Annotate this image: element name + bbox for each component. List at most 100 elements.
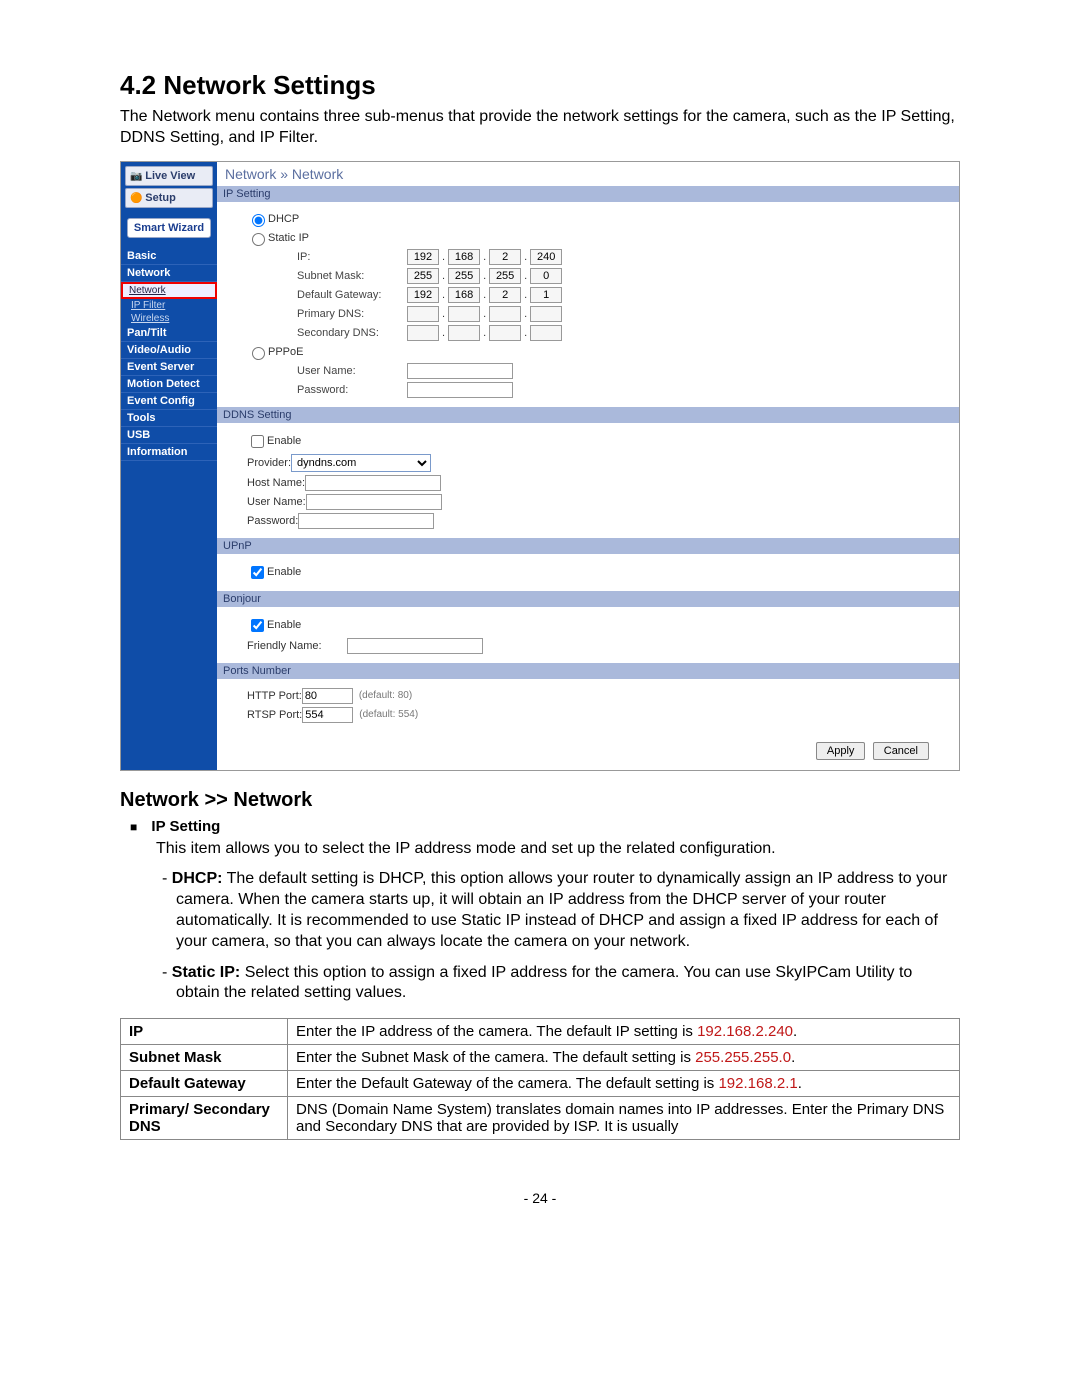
dhcp-text: The default setting is DHCP, this option… (176, 870, 947, 949)
table-row: Subnet Mask Enter the Subnet Mask of the… (121, 1045, 960, 1071)
ddns-host-label: Host Name: (247, 477, 305, 489)
sidebar-item-information[interactable]: Information (121, 444, 217, 461)
pppoe-radio[interactable] (252, 347, 265, 360)
sidebar: Live View Setup Smart Wizard Basic Netwo… (121, 162, 217, 770)
sm-oct-1[interactable] (407, 268, 439, 284)
ddns-host-input[interactable] (305, 475, 441, 491)
ip-oct-2[interactable] (448, 249, 480, 265)
ip-oct-4[interactable] (530, 249, 562, 265)
staticip-radio[interactable] (252, 233, 265, 246)
ddns-header: DDNS Setting (217, 407, 959, 423)
sidebar-item-tools[interactable]: Tools (121, 410, 217, 427)
dhcp-lead: DHCP: (172, 870, 223, 887)
cell-subnet-key: Subnet Mask (121, 1045, 288, 1071)
sdns-oct-1[interactable] (407, 325, 439, 341)
rtsp-port-input[interactable] (302, 707, 353, 723)
http-port-input[interactable] (302, 688, 353, 704)
bonjour-friendly-label: Friendly Name: (247, 640, 347, 652)
ddns-enable-checkbox[interactable] (251, 435, 264, 448)
sm-oct-3[interactable] (489, 268, 521, 284)
page-number: - 24 - (120, 1190, 960, 1206)
table-row: Primary/ Secondary DNS DNS (Domain Name … (121, 1097, 960, 1140)
screenshot-frame: Live View Setup Smart Wizard Basic Netwo… (120, 161, 960, 771)
sidebar-item-pantilt[interactable]: Pan/Tilt (121, 325, 217, 342)
ddns-enable-label: Enable (267, 435, 301, 447)
http-port-hint: (default: 80) (359, 690, 412, 701)
sdns-label: Secondary DNS: (297, 327, 407, 339)
gateway-label: Default Gateway: (297, 289, 407, 301)
static-ip-table: IP Enter the IP address of the camera. T… (120, 1018, 960, 1140)
pdns-oct-3[interactable] (489, 306, 521, 322)
upnp-header: UPnP (217, 538, 959, 554)
gw-oct-3[interactable] (489, 287, 521, 303)
sidebar-sub-wireless[interactable]: Wireless (121, 312, 217, 325)
live-view-button[interactable]: Live View (125, 166, 213, 186)
dhcp-label: DHCP (268, 213, 299, 225)
ip-oct-1[interactable] (407, 249, 439, 265)
http-port-label: HTTP Port: (247, 690, 302, 702)
cell-gateway-key: Default Gateway (121, 1071, 288, 1097)
sdns-oct-4[interactable] (530, 325, 562, 341)
dhcp-item: - DHCP: The default setting is DHCP, thi… (162, 869, 960, 952)
sidebar-item-eventconfig[interactable]: Event Config (121, 393, 217, 410)
sidebar-item-network[interactable]: Network (121, 265, 217, 282)
static-lead: Static IP: (172, 964, 240, 981)
ip-setting-bullet-label: IP Setting (151, 818, 220, 835)
pppoe-user-input[interactable] (407, 363, 513, 379)
table-row: Default Gateway Enter the Default Gatewa… (121, 1071, 960, 1097)
ip-setting-bullet: IP Setting (130, 818, 960, 835)
pdns-oct-1[interactable] (407, 306, 439, 322)
pdns-oct-4[interactable] (530, 306, 562, 322)
bonjour-header: Bonjour (217, 591, 959, 607)
pdns-oct-2[interactable] (448, 306, 480, 322)
sidebar-sub-ipfilter[interactable]: IP Filter (121, 299, 217, 312)
cell-ip-val: Enter the IP address of the camera. The … (288, 1019, 960, 1045)
sdns-oct-2[interactable] (448, 325, 480, 341)
gw-oct-1[interactable] (407, 287, 439, 303)
ip-setting-header: IP Setting (217, 186, 959, 202)
sidebar-item-basic[interactable]: Basic (121, 248, 217, 265)
cell-dns-key: Primary/ Secondary DNS (121, 1097, 288, 1140)
static-text: Select this option to assign a fixed IP … (176, 964, 912, 1002)
content-area: Network » Network IP Setting DHCP Static… (217, 162, 959, 770)
cancel-button[interactable]: Cancel (873, 742, 929, 760)
ip-oct-3[interactable] (489, 249, 521, 265)
ip-setting-desc: This item allows you to select the IP ad… (156, 839, 960, 860)
bonjour-friendly-input[interactable] (347, 638, 483, 654)
ddns-pass-input[interactable] (298, 513, 434, 529)
sm-oct-2[interactable] (448, 268, 480, 284)
sdns-oct-3[interactable] (489, 325, 521, 341)
upnp-enable-checkbox[interactable] (251, 566, 264, 579)
ip-label: IP: (297, 251, 407, 263)
bonjour-enable-checkbox[interactable] (251, 619, 264, 632)
sidebar-sub-network[interactable]: Network (121, 282, 217, 299)
ddns-provider-label: Provider: (247, 457, 291, 469)
sidebar-item-motiondetect[interactable]: Motion Detect (121, 376, 217, 393)
subsection-title: Network >> Network (120, 789, 960, 812)
sidebar-item-usb[interactable]: USB (121, 427, 217, 444)
rtsp-port-hint: (default: 554) (359, 709, 418, 720)
upnp-enable-label: Enable (267, 566, 301, 578)
sidebar-item-eventserver[interactable]: Event Server (121, 359, 217, 376)
ddns-pass-label: Password: (247, 515, 298, 527)
breadcrumb: Network » Network (217, 162, 959, 186)
setup-button[interactable]: Setup (125, 188, 213, 208)
gw-oct-4[interactable] (530, 287, 562, 303)
apply-button[interactable]: Apply (816, 742, 866, 760)
subnet-label: Subnet Mask: (297, 270, 407, 282)
intro-text: The Network menu contains three sub-menu… (120, 107, 960, 149)
pppoe-pass-label: Password: (297, 384, 407, 396)
dhcp-radio[interactable] (252, 214, 265, 227)
pppoe-pass-input[interactable] (407, 382, 513, 398)
pppoe-label: PPPoE (268, 346, 303, 358)
sidebar-item-videoaudio[interactable]: Video/Audio (121, 342, 217, 359)
smart-wizard-button[interactable]: Smart Wizard (127, 218, 211, 238)
ddns-user-input[interactable] (306, 494, 442, 510)
section-title: 4.2 Network Settings (120, 70, 960, 101)
gw-oct-2[interactable] (448, 287, 480, 303)
cell-gateway-val: Enter the Default Gateway of the camera.… (288, 1071, 960, 1097)
bonjour-enable-label: Enable (267, 619, 301, 631)
cell-ip-key: IP (121, 1019, 288, 1045)
ddns-provider-select[interactable]: dyndns.com (291, 454, 431, 472)
sm-oct-4[interactable] (530, 268, 562, 284)
